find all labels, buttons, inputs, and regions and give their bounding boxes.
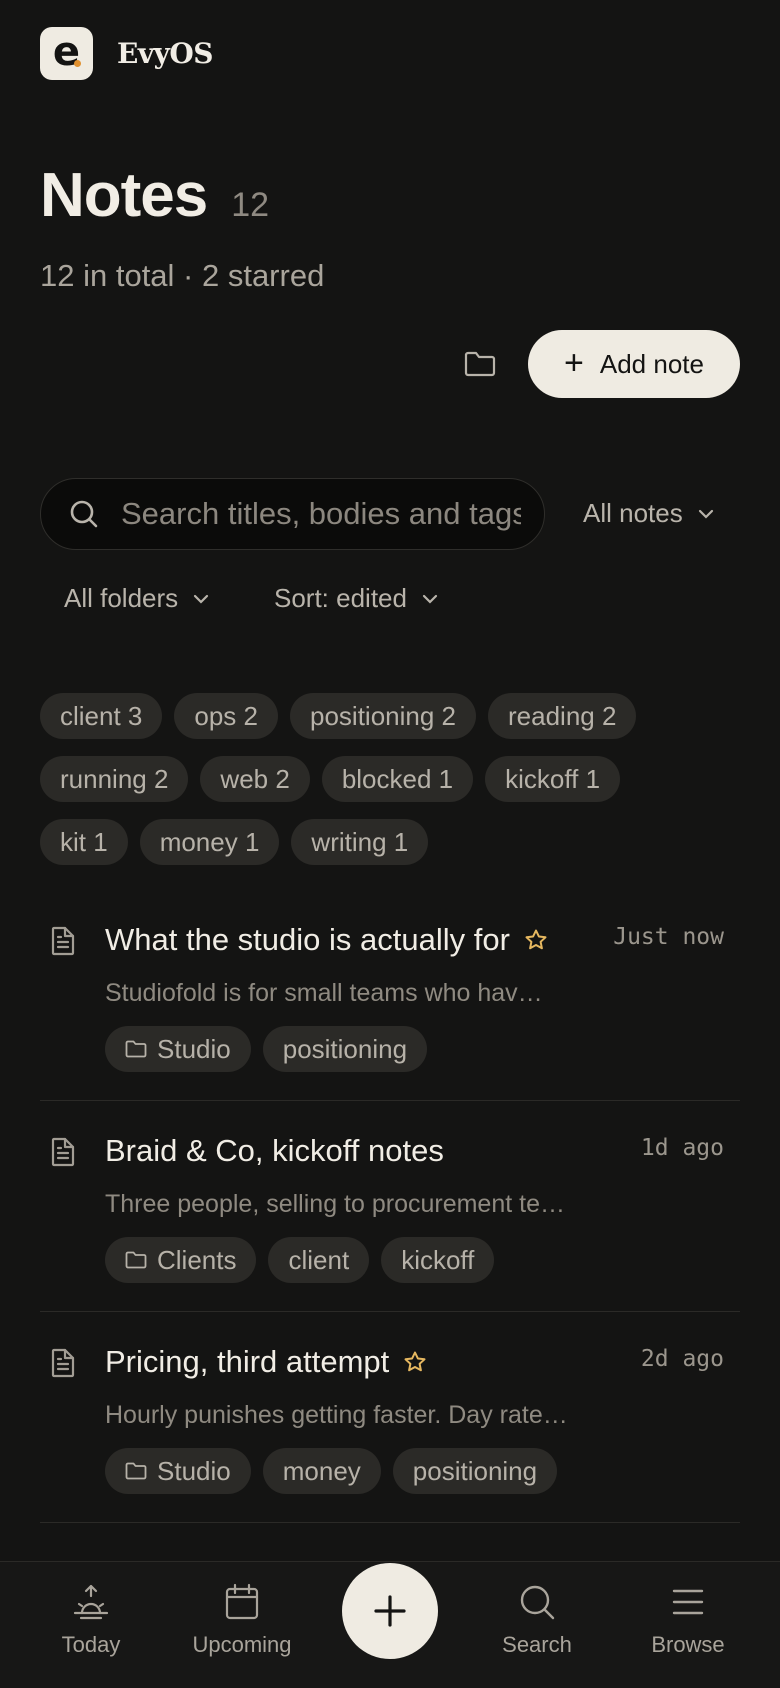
notes-count: 12 xyxy=(231,186,270,224)
note-title-row: Braid & Co, kickoff notes xyxy=(105,1133,444,1169)
nav-search[interactable]: Search xyxy=(472,1582,602,1658)
app-header: e EvyOS xyxy=(40,27,214,80)
note-item[interactable]: Pricing, third attempt 2d ago Hourly pun… xyxy=(40,1312,740,1523)
note-excerpt: Three people, selling to procurement te… xyxy=(105,1190,565,1218)
folder-chip-label: Studio xyxy=(157,1033,231,1064)
note-item[interactable]: What the studio is actually for Just now… xyxy=(40,890,740,1101)
note-chips: Studio positioning xyxy=(105,1026,428,1072)
nav-today[interactable]: Today xyxy=(26,1582,156,1658)
note-timestamp: 2d ago xyxy=(640,1346,724,1372)
tag-filter-list: client 3 ops 2 positioning 2 reading 2 r… xyxy=(40,693,740,882)
document-icon xyxy=(51,926,75,956)
sunrise-icon xyxy=(73,1584,109,1620)
folder-chip-label: Studio xyxy=(157,1455,231,1486)
note-title: What the studio is actually for xyxy=(105,922,510,957)
tag-chip[interactable]: client 3 xyxy=(40,693,163,739)
nav-browse-label: Browse xyxy=(651,1632,725,1657)
star-icon[interactable] xyxy=(403,1350,427,1374)
tag-row: running 2 web 2 blocked 1 kickoff 1 xyxy=(40,756,740,802)
tag-chip[interactable]: kickoff 1 xyxy=(485,756,621,802)
quick-add-button[interactable] xyxy=(342,1563,438,1659)
note-timestamp: Just now xyxy=(613,924,724,950)
tag-chip[interactable]: kit 1 xyxy=(40,819,128,865)
folder-chip[interactable]: Clients xyxy=(105,1237,257,1283)
note-chips: Studio money positioning xyxy=(105,1448,558,1494)
calendar-icon xyxy=(225,1583,259,1620)
tag-row: kit 1 money 1 writing 1 xyxy=(40,819,740,865)
note-title: Pricing, third attempt xyxy=(105,1344,390,1379)
folder-icon xyxy=(125,1039,147,1059)
note-excerpt: Hourly punishes getting faster. Day rate… xyxy=(105,1401,568,1429)
note-excerpt: Studiofold is for small teams who hav… xyxy=(105,979,543,1007)
add-note-label: Add note xyxy=(599,348,704,379)
tag-chip[interactable]: money xyxy=(262,1448,381,1494)
search-input[interactable] xyxy=(121,496,521,532)
chevron-down-icon xyxy=(194,594,209,604)
folder-chip[interactable]: Studio xyxy=(105,1448,251,1494)
tag-chip[interactable]: money 1 xyxy=(139,819,280,865)
folder-icon xyxy=(125,1250,147,1270)
document-icon xyxy=(51,1348,75,1378)
folder-icon xyxy=(464,351,496,377)
search-box[interactable] xyxy=(40,478,545,550)
nav-upcoming[interactable]: Upcoming xyxy=(177,1582,307,1658)
search-icon xyxy=(520,1585,555,1620)
page-title: Notes xyxy=(40,161,208,230)
nav-today-label: Today xyxy=(61,1632,121,1657)
folder-chip[interactable]: Studio xyxy=(105,1026,251,1072)
document-icon xyxy=(51,1137,75,1167)
tag-chip[interactable]: kickoff xyxy=(381,1237,495,1283)
tag-chip[interactable]: reading 2 xyxy=(488,693,637,739)
folder-icon xyxy=(125,1461,147,1481)
app-name: EvyOS xyxy=(117,37,214,70)
note-title: Braid & Co, kickoff notes xyxy=(105,1133,444,1168)
folders-dropdown[interactable]: All folders xyxy=(64,583,210,614)
tag-chip[interactable]: ops 2 xyxy=(174,693,278,739)
note-item[interactable]: Braid & Co, kickoff notes 1d ago Three p… xyxy=(40,1101,740,1312)
nav-upcoming-label: Upcoming xyxy=(192,1632,292,1657)
folder-chip-label: Clients xyxy=(157,1244,237,1275)
menu-icon xyxy=(672,1589,704,1615)
tag-chip[interactable]: positioning 2 xyxy=(290,693,476,739)
nav-browse[interactable]: Browse xyxy=(623,1582,753,1658)
search-icon xyxy=(70,500,98,528)
tag-chip[interactable]: web 2 xyxy=(200,756,310,802)
tag-chip[interactable]: blocked 1 xyxy=(321,756,474,802)
app-logo[interactable]: e xyxy=(40,27,93,80)
folders-dropdown-label: All folders xyxy=(64,583,179,613)
page-subtitle: 12 in total · 2 starred xyxy=(40,258,325,293)
plus-icon xyxy=(374,1595,406,1627)
note-chips: Clients client kickoff xyxy=(105,1237,495,1283)
tag-row: client 3 ops 2 positioning 2 reading 2 xyxy=(40,693,740,739)
logo-dot xyxy=(74,60,81,67)
tag-chip[interactable]: running 2 xyxy=(40,756,189,802)
scope-dropdown[interactable]: All notes xyxy=(583,498,715,529)
chevron-down-icon xyxy=(698,509,713,519)
star-icon[interactable] xyxy=(524,928,548,952)
chevron-down-icon xyxy=(422,594,438,604)
add-note-button[interactable]: + Add note xyxy=(528,330,740,398)
tag-chip[interactable]: positioning xyxy=(262,1026,428,1072)
tag-chip[interactable]: writing 1 xyxy=(291,819,429,865)
notes-list: What the studio is actually for Just now… xyxy=(40,890,740,1523)
page-title-row: Notes 12 xyxy=(40,160,269,231)
sort-dropdown-label: Sort: edited xyxy=(274,583,407,613)
tag-chip[interactable]: client xyxy=(268,1237,370,1283)
note-title-row: What the studio is actually for xyxy=(105,922,548,958)
plus-icon: + xyxy=(564,343,584,382)
note-title-row: Pricing, third attempt xyxy=(105,1344,427,1380)
new-folder-button[interactable] xyxy=(460,344,500,384)
nav-search-label: Search xyxy=(502,1632,572,1657)
sort-dropdown[interactable]: Sort: edited xyxy=(274,583,439,614)
scope-dropdown-label: All notes xyxy=(583,498,683,528)
tag-chip[interactable]: positioning xyxy=(392,1448,558,1494)
note-timestamp: 1d ago xyxy=(640,1135,724,1161)
